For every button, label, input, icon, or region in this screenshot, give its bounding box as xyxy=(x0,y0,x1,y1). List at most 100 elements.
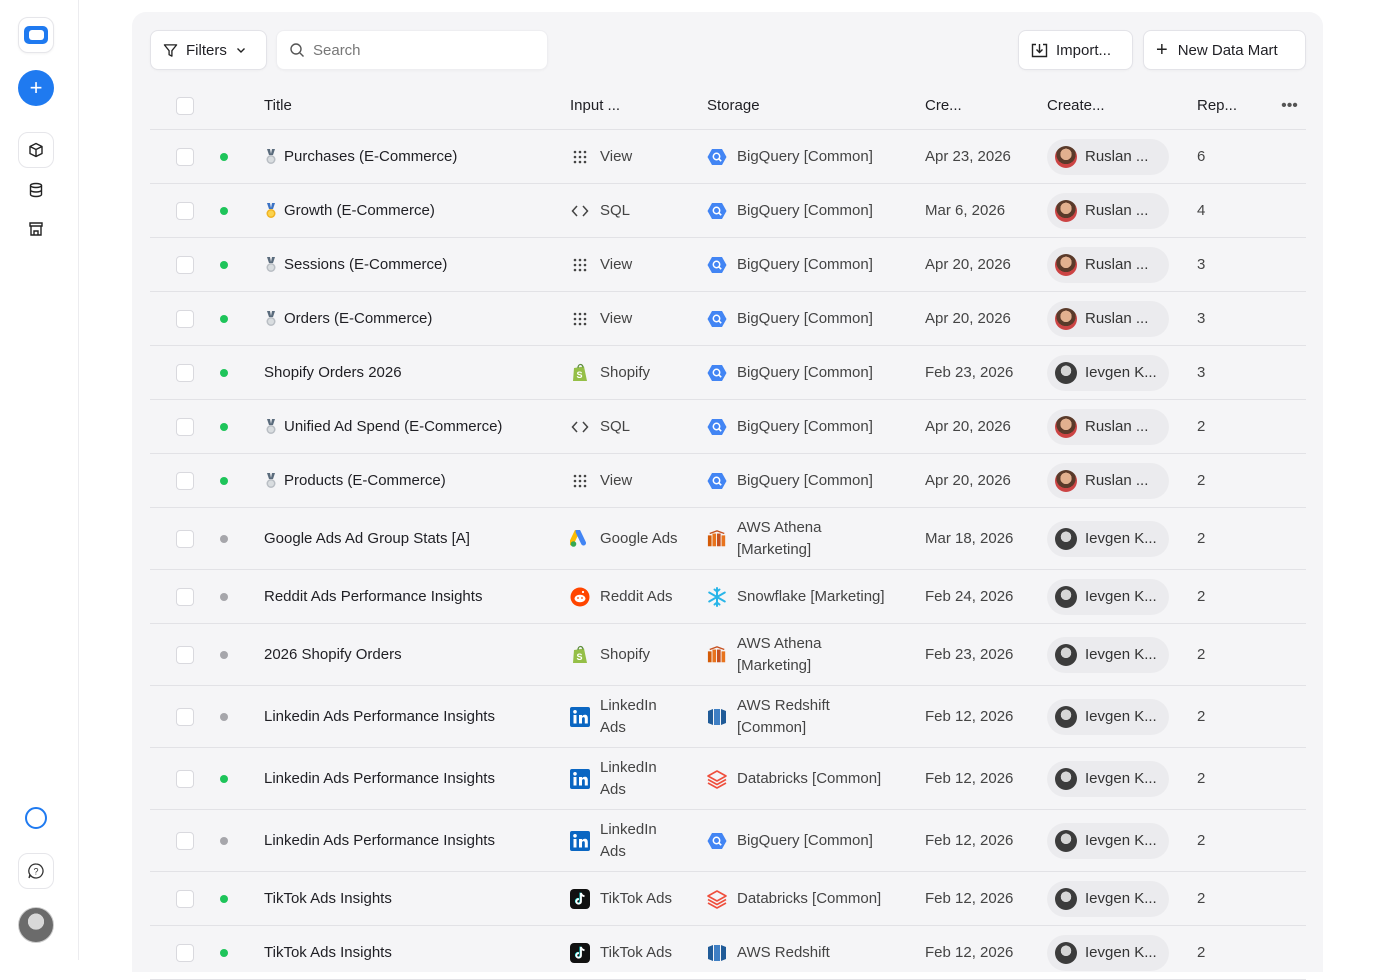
chat-help-icon[interactable]: ? xyxy=(18,853,54,889)
reports-count: 2 xyxy=(1197,770,1206,787)
medal-gold-icon xyxy=(264,201,278,221)
row-title[interactable]: Unified Ad Spend (E-Commerce) xyxy=(284,418,502,435)
creator-chip[interactable]: Ruslan ... xyxy=(1047,138,1169,175)
sidebar: + ? xyxy=(0,0,79,960)
table-row[interactable]: Linkedin Ads Performance Insights LinkedI… xyxy=(150,810,1306,872)
input-source: LinkedIn Ads xyxy=(600,696,657,736)
table-row[interactable]: Sessions (E-Commerce) View BigQuery [Commo… xyxy=(150,238,1306,292)
col-reports[interactable]: Rep... xyxy=(1197,97,1273,114)
row-title[interactable]: Linkedin Ads Performance Insights xyxy=(264,708,495,725)
store-icon[interactable] xyxy=(18,211,54,247)
input-source: View xyxy=(600,147,633,165)
col-title[interactable]: Title xyxy=(264,97,570,114)
table-row[interactable]: Growth (E-Commerce) SQL BigQuery [Common] M… xyxy=(150,184,1306,238)
import-button[interactable]: Import... xyxy=(1018,30,1133,70)
row-checkbox[interactable] xyxy=(176,587,194,606)
creator-chip[interactable]: Ruslan ... xyxy=(1047,408,1169,445)
table-row[interactable]: Reddit Ads Performance Insights Reddit Ad… xyxy=(150,570,1306,624)
creator-chip[interactable]: Ievgen K... xyxy=(1047,698,1169,735)
input-source: TikTok Ads xyxy=(600,943,672,961)
status-dot xyxy=(220,650,228,659)
cube-icon[interactable] xyxy=(18,132,54,168)
table-row[interactable]: Unified Ad Spend (E-Commerce) SQL BigQuery… xyxy=(150,400,1306,454)
creator-chip[interactable]: Ruslan ... xyxy=(1047,300,1169,337)
row-checkbox[interactable] xyxy=(176,529,194,548)
table-row[interactable]: Shopify Orders 2026 S Shopify BigQuery [Com… xyxy=(150,346,1306,400)
table-row[interactable]: TikTok Ads Insights TikTok Ads Databricks … xyxy=(150,872,1306,926)
row-title[interactable]: Linkedin Ads Performance Insights xyxy=(264,770,495,787)
reports-count: 2 xyxy=(1197,708,1206,725)
row-title[interactable]: Sessions (E-Commerce) xyxy=(284,256,447,273)
filters-button[interactable]: Filters xyxy=(150,30,267,70)
storage-name: BigQuery [Common] xyxy=(737,831,873,849)
table-row[interactable]: Linkedin Ads Performance Insights LinkedI… xyxy=(150,686,1306,748)
row-checkbox[interactable] xyxy=(176,309,194,328)
row-checkbox[interactable] xyxy=(176,147,194,166)
creator-chip[interactable]: Ievgen K... xyxy=(1047,822,1169,859)
row-checkbox[interactable] xyxy=(176,471,194,490)
table-row[interactable]: TikTok Ads Insights TikTok Ads AWS Redshif… xyxy=(150,926,1306,980)
col-created[interactable]: Cre... xyxy=(925,97,1047,114)
creator-chip[interactable]: Ievgen K... xyxy=(1047,760,1169,797)
status-dot xyxy=(220,260,228,269)
creator-avatar xyxy=(1055,415,1077,438)
new-data-mart-label: New Data Mart xyxy=(1177,41,1278,59)
table-row[interactable]: Google Ads Ad Group Stats [A] Google Ads A… xyxy=(150,508,1306,570)
row-checkbox[interactable] xyxy=(176,943,194,962)
user-avatar[interactable] xyxy=(18,907,54,943)
row-title[interactable]: Linkedin Ads Performance Insights xyxy=(264,832,495,849)
col-input[interactable]: Input ... xyxy=(570,97,707,114)
row-title[interactable]: Google Ads Ad Group Stats [A] xyxy=(264,530,470,547)
row-checkbox[interactable] xyxy=(176,769,194,788)
creator-chip[interactable]: Ruslan ... xyxy=(1047,192,1169,229)
table-row[interactable]: Purchases (E-Commerce) View BigQuery [Comm… xyxy=(150,130,1306,184)
import-label: Import... xyxy=(1056,41,1112,59)
table-row[interactable]: Products (E-Commerce) View BigQuery [Commo… xyxy=(150,454,1306,508)
row-title[interactable]: Reddit Ads Performance Insights xyxy=(264,588,482,605)
row-title[interactable]: Growth (E-Commerce) xyxy=(284,202,435,219)
row-checkbox[interactable] xyxy=(176,831,194,850)
row-checkbox[interactable] xyxy=(176,255,194,274)
ring-icon[interactable] xyxy=(18,800,54,836)
database-icon[interactable] xyxy=(18,172,54,208)
more-options-icon[interactable]: ••• xyxy=(1273,97,1306,115)
new-data-mart-button[interactable]: + New Data Mart xyxy=(1143,30,1306,70)
storage-name: BigQuery [Common] xyxy=(737,309,873,327)
row-title[interactable]: TikTok Ads Insights xyxy=(264,944,392,961)
reports-count: 2 xyxy=(1197,890,1206,907)
creator-chip[interactable]: Ievgen K... xyxy=(1047,520,1169,557)
col-creator[interactable]: Create... xyxy=(1047,97,1197,114)
creator-name: Ruslan ... xyxy=(1085,148,1149,165)
row-title[interactable]: TikTok Ads Insights xyxy=(264,890,392,907)
creator-chip[interactable]: Ievgen K... xyxy=(1047,578,1169,615)
row-checkbox[interactable] xyxy=(176,889,194,908)
row-checkbox[interactable] xyxy=(176,201,194,220)
creator-chip[interactable]: Ruslan ... xyxy=(1047,462,1169,499)
creator-chip[interactable]: Ievgen K... xyxy=(1047,934,1169,971)
table-row[interactable]: 2026 Shopify Orders S Shopify AWS Athena [M… xyxy=(150,624,1306,686)
table-row[interactable]: Orders (E-Commerce) View BigQuery [Common]… xyxy=(150,292,1306,346)
row-title[interactable]: Shopify Orders 2026 xyxy=(264,364,402,381)
app-logo-icon[interactable] xyxy=(18,17,54,53)
status-dot xyxy=(220,206,228,215)
reports-count: 2 xyxy=(1197,530,1206,547)
creator-avatar xyxy=(1055,585,1077,608)
row-checkbox[interactable] xyxy=(176,417,194,436)
row-title[interactable]: Purchases (E-Commerce) xyxy=(284,148,457,165)
creator-chip[interactable]: Ievgen K... xyxy=(1047,354,1169,391)
row-checkbox[interactable] xyxy=(176,363,194,382)
row-title[interactable]: Orders (E-Commerce) xyxy=(284,310,432,327)
row-checkbox[interactable] xyxy=(176,645,194,664)
row-title[interactable]: Products (E-Commerce) xyxy=(284,472,446,489)
row-checkbox[interactable] xyxy=(176,707,194,726)
plus-icon[interactable]: + xyxy=(18,70,54,106)
row-title[interactable]: 2026 Shopify Orders xyxy=(264,646,402,663)
table-row[interactable]: Linkedin Ads Performance Insights LinkedI… xyxy=(150,748,1306,810)
col-storage[interactable]: Storage xyxy=(707,97,925,114)
creator-chip[interactable]: Ievgen K... xyxy=(1047,636,1169,673)
storage-name: BigQuery [Common] xyxy=(737,201,873,219)
select-all-checkbox[interactable] xyxy=(176,96,194,115)
creator-chip[interactable]: Ruslan ... xyxy=(1047,246,1169,283)
search-input[interactable]: Search xyxy=(276,30,548,70)
creator-chip[interactable]: Ievgen K... xyxy=(1047,880,1169,917)
